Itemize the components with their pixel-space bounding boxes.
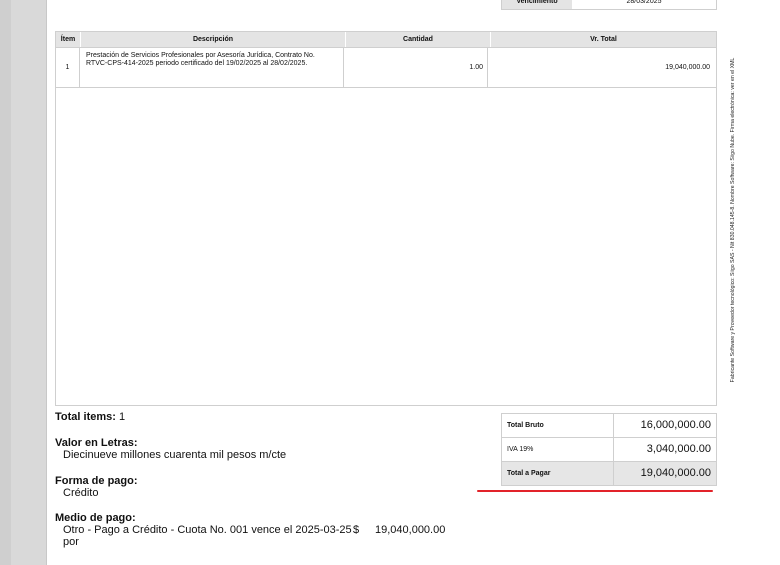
row-total: 19,040,000.00 (665, 64, 710, 71)
payment-currency: $ (353, 524, 360, 536)
vat-label: IVA 19% (502, 438, 614, 461)
header-quantity: Cantidad (346, 32, 491, 47)
payment-form: Forma de pago: Crédito (55, 475, 138, 499)
payment-form-label: Forma de pago: (55, 475, 138, 487)
amount-in-words: Valor en Letras: Diecinueve millones cua… (55, 437, 286, 461)
items-table-header: Ítem Descripción Cantidad Vr. Total (56, 32, 716, 48)
table-row: 1 Prestación de Servicios Profesionales … (56, 48, 716, 88)
row-quantity: 1.00 (344, 48, 488, 87)
totals-row: Total a Pagar 19,040,000.00 (502, 462, 716, 485)
invoice-page: Vencimiento 28/03/2025 Ítem Descripción … (46, 0, 724, 565)
total-items: Total items: 1 (55, 411, 125, 423)
row-description: Prestación de Servicios Profesionales po… (80, 48, 344, 87)
total-to-pay-value: 19,040,000.00 (640, 467, 711, 479)
viewer-left-margin (0, 0, 11, 565)
vat-value: 3,040,000.00 (646, 443, 711, 455)
vendor-side-note: Fabricante Software y Proveedor tecnológ… (730, 57, 736, 383)
due-date-row: Vencimiento 28/03/2025 (501, 0, 717, 10)
payment-method-value: Otro - Pago a Crédito - Cuota No. 001 ve… (63, 524, 352, 548)
gross-total-label: Total Bruto (502, 414, 614, 437)
amount-in-words-label: Valor en Letras: (55, 437, 138, 449)
due-date-value: 28/03/2025 (626, 0, 662, 5)
totals-row: Total Bruto 16,000,000.00 (502, 414, 716, 438)
payment-method-label: Medio de pago: (55, 512, 136, 524)
total-items-value: 1 (118, 411, 126, 423)
gross-total-value: 16,000,000.00 (640, 419, 711, 431)
row-item: 1 (56, 48, 80, 87)
amount-in-words-value: Diecinueve millones cuarenta mil pesos m… (63, 449, 287, 461)
totals-row: IVA 19% 3,040,000.00 (502, 438, 716, 462)
total-items-label: Total items: (55, 411, 116, 423)
header-description: Descripción (81, 32, 346, 47)
totals-table: Total Bruto 16,000,000.00 IVA 19% 3,040,… (501, 413, 717, 486)
header-total: Vr. Total (590, 36, 617, 43)
header-item: Ítem (56, 32, 81, 47)
total-to-pay-label: Total a Pagar (502, 462, 614, 485)
payment-form-value: Crédito (63, 487, 99, 499)
payment-amount: 19,040,000.00 (375, 524, 446, 536)
payment-method: Medio de pago: Otro - Pago a Crédito - C… (55, 512, 515, 548)
items-table: Ítem Descripción Cantidad Vr. Total 1 Pr… (55, 31, 717, 406)
highlight-underline (477, 490, 713, 492)
due-date-label: Vencimiento (502, 0, 572, 9)
